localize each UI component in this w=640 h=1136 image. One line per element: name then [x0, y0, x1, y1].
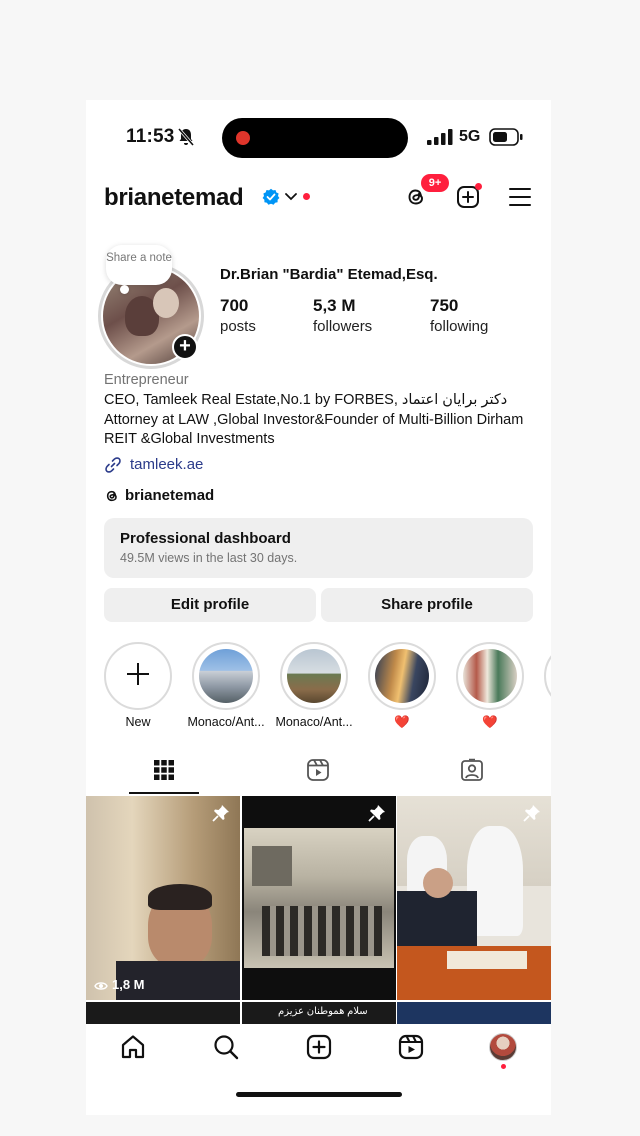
post-tile[interactable]: سلام هموطنان عزیزم — [242, 1002, 396, 1024]
highlight-partial[interactable] — [536, 642, 551, 732]
highlight-circle — [456, 642, 524, 710]
tagged-icon[interactable] — [460, 758, 484, 782]
create-icon[interactable] — [306, 1034, 332, 1060]
threads-handle[interactable]: brianetemad — [125, 487, 214, 504]
chevron-down-icon[interactable] — [285, 192, 297, 202]
bell-muted-icon — [178, 128, 194, 146]
highlight-label: Monaco/Ant... — [275, 715, 353, 729]
username-switcher[interactable]: brianetemad — [104, 184, 244, 212]
posts-stat[interactable]: 700 posts — [220, 296, 256, 335]
profile-activity-dot — [501, 1064, 506, 1069]
grid-icon[interactable] — [152, 758, 176, 782]
share-profile-button[interactable]: Share profile — [321, 588, 533, 622]
profile-tabs — [86, 750, 551, 794]
edit-profile-button[interactable]: Edit profile — [104, 588, 316, 622]
stat-value: 5,3 M — [313, 296, 356, 315]
stat-value: 750 — [430, 296, 459, 315]
highlight-cover — [287, 649, 341, 703]
post-tile[interactable] — [397, 796, 551, 1000]
reels-icon[interactable] — [398, 1034, 424, 1060]
profile-header: brianetemad 9+ — [86, 174, 551, 220]
highlight-monaco-1[interactable]: Monaco/Ant... — [184, 642, 265, 732]
highlight-circle — [544, 642, 551, 710]
view-count: 1,8 M — [94, 977, 145, 992]
highlight-circle — [280, 642, 348, 710]
share-note-bubble[interactable]: Share a note — [106, 245, 172, 285]
notification-badge: 9+ — [421, 174, 449, 192]
pin-icon — [368, 805, 385, 822]
highlight-label: Monaco/Ant... — [187, 715, 265, 729]
status-time: 11:53 — [126, 126, 175, 147]
link-icon — [105, 457, 121, 473]
highlight-label: ❤️ — [482, 715, 498, 729]
stat-label: followers — [313, 318, 373, 335]
home-indicator[interactable] — [236, 1092, 402, 1097]
following-stat[interactable]: 750 following — [430, 296, 488, 335]
home-icon[interactable] — [120, 1034, 146, 1060]
highlight-cover — [463, 649, 517, 703]
followers-stat[interactable]: 5,3 M followers — [313, 296, 372, 335]
profile-category: Entrepreneur — [104, 372, 189, 388]
dashboard-subtitle: 49.5M views in the last 30 days. — [120, 551, 298, 565]
posts-grid: 1,8 M سلام هموطنان عزیزم — [86, 796, 551, 1026]
search-icon[interactable] — [213, 1034, 239, 1060]
bottom-navigation — [86, 1028, 551, 1088]
threads-icon — [106, 490, 117, 502]
note-bubble-tail — [120, 285, 129, 294]
status-bar: 11:53 5G — [86, 118, 551, 158]
highlight-cover — [199, 649, 253, 703]
stat-label: following — [430, 318, 489, 335]
pin-icon — [212, 805, 229, 822]
professional-dashboard[interactable]: Professional dashboard 49.5M views in th… — [104, 518, 533, 578]
post-figure-face — [423, 868, 453, 898]
post-photo-building — [252, 846, 292, 886]
highlight-monaco-2[interactable]: Monaco/Ant... — [272, 642, 353, 732]
post-tile[interactable]: 1,8 M — [86, 796, 240, 1000]
post-tile[interactable] — [86, 1002, 240, 1024]
battery-icon — [489, 128, 523, 146]
reels-icon[interactable] — [306, 758, 330, 782]
signal-icon — [427, 129, 453, 145]
dynamic-island — [222, 118, 408, 158]
add-story-button[interactable]: + — [172, 334, 198, 360]
highlight-label: ❤️ — [394, 715, 410, 729]
phone-screen: 11:53 5G brianetemad 9+ Share a note + D… — [86, 100, 551, 1115]
highlight-heart-2[interactable]: ❤️ — [448, 642, 528, 732]
highlight-circle — [368, 642, 436, 710]
recording-indicator — [236, 131, 250, 145]
post-figure-hair — [148, 884, 212, 910]
menu-icon[interactable] — [508, 186, 532, 208]
stat-label: posts — [220, 318, 256, 335]
avatar-figure — [153, 288, 179, 318]
highlight-label: New — [125, 715, 151, 729]
profile-bio: CEO, Tamleek Real Estate,No.1 by FORBES,… — [104, 392, 524, 447]
dashboard-title: Professional dashboard — [120, 530, 291, 547]
verified-icon — [262, 188, 280, 205]
profile-avatar[interactable] — [489, 1033, 517, 1061]
unread-dot — [303, 193, 310, 200]
post-photo-people — [262, 906, 382, 956]
highlight-cover — [375, 649, 429, 703]
add-post-dot — [475, 183, 482, 190]
plus-icon — [127, 663, 149, 685]
website-link-text[interactable]: tamleek.ae — [130, 456, 203, 473]
highlight-new[interactable]: New — [96, 642, 176, 732]
post-tile[interactable] — [397, 1002, 551, 1024]
full-name: Dr.Brian "Bardia" Etemad,Esq. — [220, 266, 438, 283]
network-type: 5G — [459, 128, 481, 145]
highlight-heart-1[interactable]: ❤️ — [360, 642, 440, 732]
view-count-text: 1,8 M — [112, 977, 145, 992]
highlight-circle — [192, 642, 260, 710]
active-tab-indicator — [129, 792, 199, 794]
pin-icon — [523, 805, 540, 822]
stat-value: 700 — [220, 296, 249, 315]
highlight-circle — [104, 642, 172, 710]
post-tile[interactable] — [242, 796, 396, 1000]
post-caption: سلام هموطنان عزیزم — [278, 1006, 368, 1017]
eye-icon — [94, 981, 108, 990]
post-document — [447, 951, 527, 969]
